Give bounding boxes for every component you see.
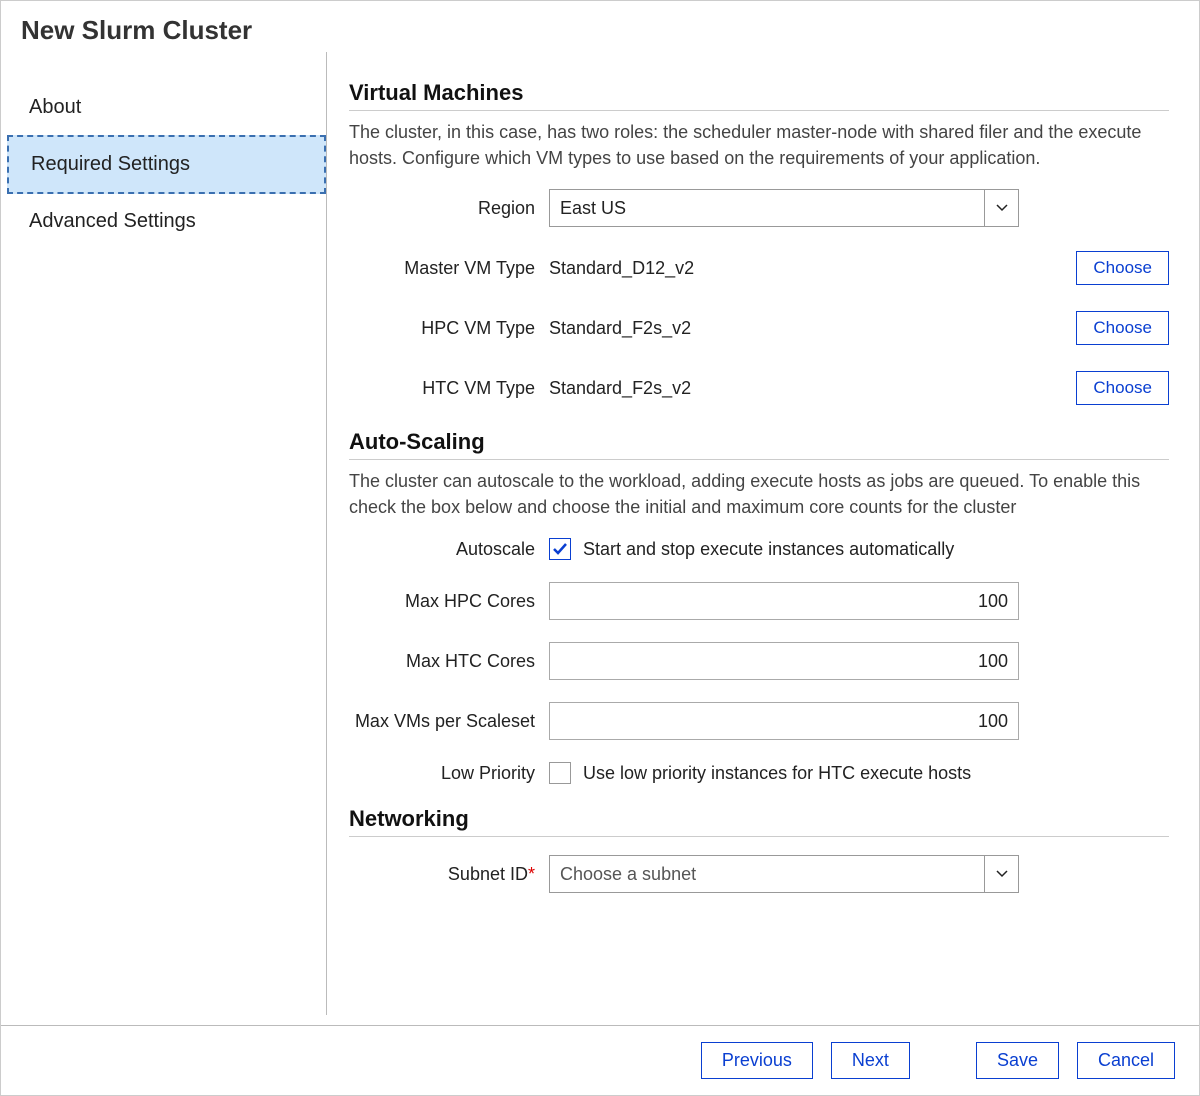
- region-select-value: East US: [550, 190, 984, 226]
- label-subnet-id-text: Subnet ID: [448, 864, 528, 884]
- max-hpc-cores-input[interactable]: [549, 582, 1019, 620]
- sidebar-item-label: About: [29, 96, 81, 118]
- dialog-window: New Slurm Cluster About Required Setting…: [0, 0, 1200, 1096]
- choose-htc-vm-button[interactable]: Choose: [1076, 371, 1169, 405]
- check-icon: [552, 542, 568, 556]
- chevron-down-icon: [984, 856, 1018, 892]
- row-autoscale: Autoscale Start and stop execute instanc…: [349, 538, 1169, 560]
- subnet-select-placeholder: Choose a subnet: [550, 856, 984, 892]
- row-max-htc-cores: Max HTC Cores: [349, 642, 1169, 680]
- dialog-body: About Required Settings Advanced Setting…: [1, 52, 1199, 1025]
- row-hpc-vm: HPC VM Type Standard_F2s_v2 Choose: [349, 309, 1169, 347]
- label-htc-vm: HTC VM Type: [349, 378, 549, 399]
- label-max-hpc-cores: Max HPC Cores: [349, 591, 549, 612]
- low-priority-checkbox-label: Use low priority instances for HTC execu…: [583, 763, 971, 784]
- label-master-vm: Master VM Type: [349, 258, 549, 279]
- row-master-vm: Master VM Type Standard_D12_v2 Choose: [349, 249, 1169, 287]
- sidebar-item-label: Required Settings: [31, 153, 190, 175]
- sidebar: About Required Settings Advanced Setting…: [7, 52, 327, 1015]
- previous-button[interactable]: Previous: [701, 1042, 813, 1079]
- row-max-hpc-cores: Max HPC Cores: [349, 582, 1169, 620]
- autoscale-checkbox[interactable]: [549, 538, 571, 560]
- choose-master-vm-button[interactable]: Choose: [1076, 251, 1169, 285]
- label-max-vms: Max VMs per Scaleset: [349, 711, 549, 732]
- row-max-vms: Max VMs per Scaleset: [349, 702, 1169, 740]
- section-title-vm: Virtual Machines: [349, 80, 1169, 111]
- sidebar-item-label: Advanced Settings: [29, 210, 196, 232]
- max-htc-cores-input[interactable]: [549, 642, 1019, 680]
- next-button[interactable]: Next: [831, 1042, 910, 1079]
- master-vm-value: Standard_D12_v2: [549, 249, 1064, 287]
- save-button[interactable]: Save: [976, 1042, 1059, 1079]
- dialog-footer: Previous Next Save Cancel: [1, 1025, 1199, 1095]
- autoscale-checkbox-label: Start and stop execute instances automat…: [583, 539, 954, 560]
- row-low-priority: Low Priority Use low priority instances …: [349, 762, 1169, 784]
- label-region: Region: [349, 198, 549, 219]
- sidebar-item-advanced-settings[interactable]: Advanced Settings: [7, 194, 326, 249]
- section-title-networking: Networking: [349, 806, 1169, 837]
- label-max-htc-cores: Max HTC Cores: [349, 651, 549, 672]
- label-autoscale: Autoscale: [349, 539, 549, 560]
- choose-hpc-vm-button[interactable]: Choose: [1076, 311, 1169, 345]
- region-select[interactable]: East US: [549, 189, 1019, 227]
- row-subnet-id: Subnet ID* Choose a subnet: [349, 855, 1169, 893]
- label-hpc-vm: HPC VM Type: [349, 318, 549, 339]
- section-desc-autoscaling: The cluster can autoscale to the workloa…: [349, 468, 1169, 520]
- section-title-autoscaling: Auto-Scaling: [349, 429, 1169, 460]
- chevron-down-icon: [984, 190, 1018, 226]
- main-panel: Virtual Machines The cluster, in this ca…: [327, 52, 1199, 1025]
- cancel-button[interactable]: Cancel: [1077, 1042, 1175, 1079]
- dialog-title: New Slurm Cluster: [1, 1, 1199, 52]
- section-desc-vm: The cluster, in this case, has two roles…: [349, 119, 1169, 171]
- max-vms-input[interactable]: [549, 702, 1019, 740]
- row-htc-vm: HTC VM Type Standard_F2s_v2 Choose: [349, 369, 1169, 407]
- low-priority-checkbox[interactable]: [549, 762, 571, 784]
- row-region: Region East US: [349, 189, 1169, 227]
- sidebar-item-about[interactable]: About: [7, 80, 326, 135]
- subnet-select[interactable]: Choose a subnet: [549, 855, 1019, 893]
- sidebar-item-required-settings[interactable]: Required Settings: [7, 135, 326, 194]
- label-subnet-id: Subnet ID*: [349, 864, 549, 885]
- label-low-priority: Low Priority: [349, 763, 549, 784]
- required-asterisk: *: [528, 864, 535, 884]
- htc-vm-value: Standard_F2s_v2: [549, 369, 1064, 407]
- hpc-vm-value: Standard_F2s_v2: [549, 309, 1064, 347]
